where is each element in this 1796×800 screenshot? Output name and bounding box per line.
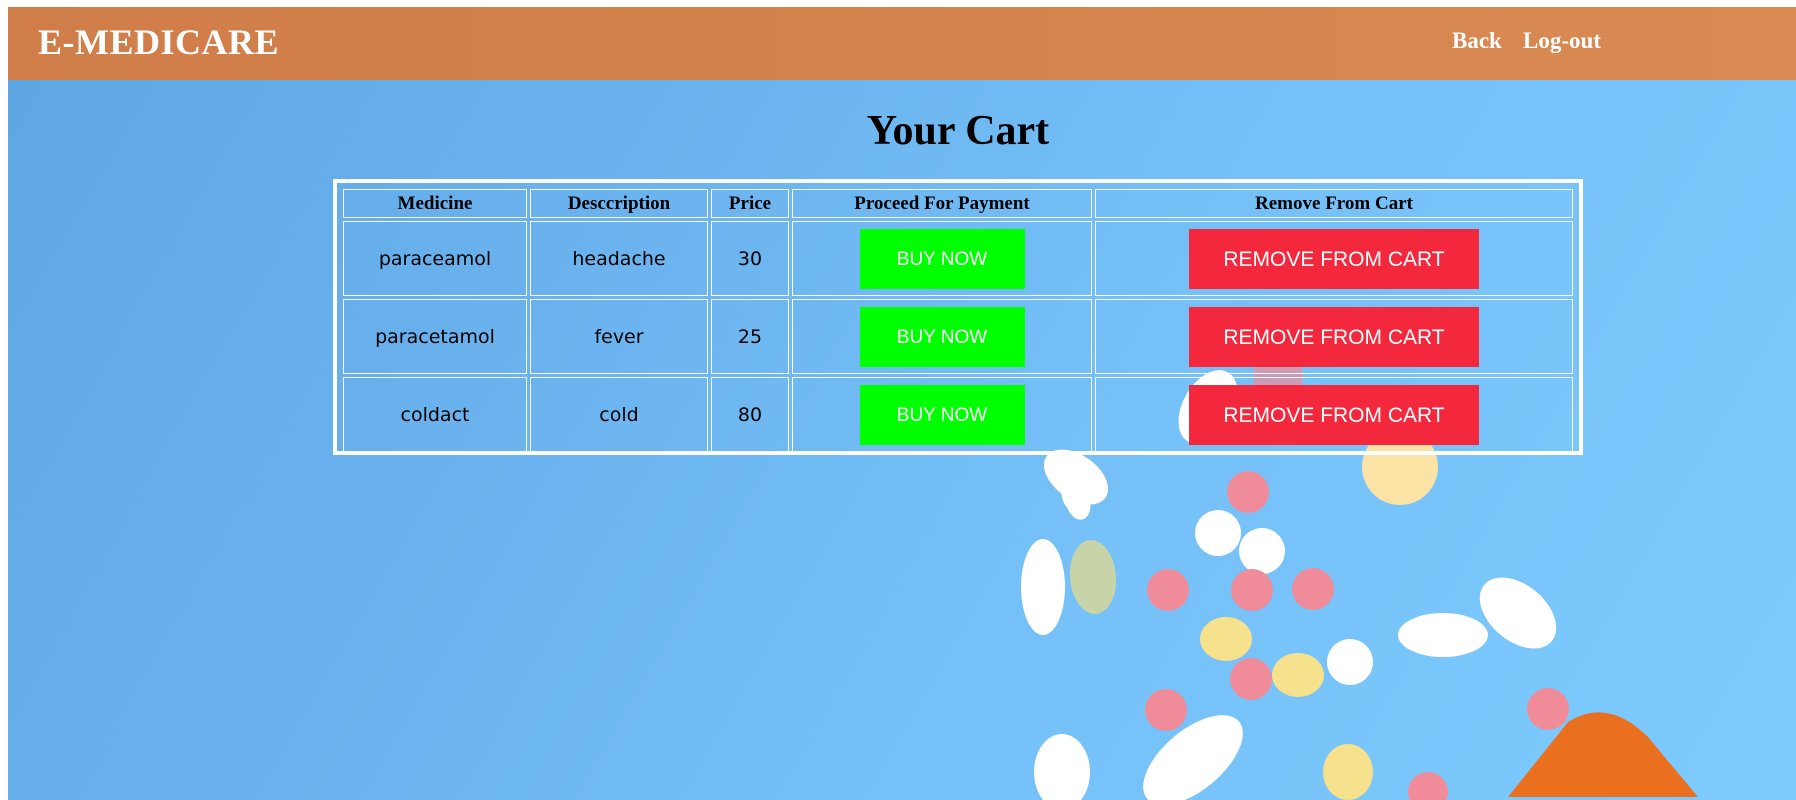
remove-from-cart-button[interactable]: REMOVE FROM CART (1189, 228, 1479, 289)
cart-table-container: Medicine Desccription Price Proceed For … (333, 179, 1583, 455)
table-row: paraceamol headache 30 BUY NOW REMOVE FR… (343, 221, 1573, 296)
header-description: Desccription (530, 189, 708, 218)
remove-from-cart-button[interactable]: REMOVE FROM CART (1189, 306, 1479, 367)
table-row: paracetamol fever 25 BUY NOW REMOVE FROM… (343, 299, 1573, 374)
cell-remove: REMOVE FROM CART (1095, 377, 1573, 452)
cell-remove: REMOVE FROM CART (1095, 299, 1573, 374)
header-medicine: Medicine (343, 189, 527, 218)
back-link[interactable]: Back (1452, 28, 1502, 54)
cell-buy: BUY NOW (792, 221, 1092, 296)
cell-description: fever (530, 299, 708, 374)
buy-now-button[interactable]: BUY NOW (859, 228, 1025, 289)
cell-description: headache (530, 221, 708, 296)
header-proceed-payment: Proceed For Payment (792, 189, 1092, 218)
brand-logo[interactable]: E-MEDICARE (38, 21, 279, 63)
buy-now-button[interactable]: BUY NOW (859, 384, 1025, 445)
logout-link[interactable]: Log-out (1523, 28, 1601, 54)
cell-description: cold (530, 377, 708, 452)
page-title: Your Cart (866, 108, 1050, 154)
cell-price: 30 (711, 221, 789, 296)
table-row: coldact cold 80 BUY NOW REMOVE FROM CART (343, 377, 1573, 452)
cell-remove: REMOVE FROM CART (1095, 221, 1573, 296)
cell-medicine: coldact (343, 377, 527, 452)
cell-price: 25 (711, 299, 789, 374)
header-price: Price (711, 189, 789, 218)
cell-price: 80 (711, 377, 789, 452)
buy-now-button[interactable]: BUY NOW (859, 306, 1025, 367)
table-header-row: Medicine Desccription Price Proceed For … (343, 189, 1573, 218)
cell-medicine: paracetamol (343, 299, 527, 374)
cell-medicine: paraceamol (343, 221, 527, 296)
remove-from-cart-button[interactable]: REMOVE FROM CART (1189, 384, 1479, 445)
cell-buy: BUY NOW (792, 377, 1092, 452)
cell-buy: BUY NOW (792, 299, 1092, 374)
header-remove-from-cart: Remove From Cart (1095, 189, 1573, 218)
navbar: E-MEDICARE Back Log-out (8, 7, 1796, 80)
page-background: E-MEDICARE Back Log-out Your Cart Medici… (8, 7, 1796, 800)
cart-table: Medicine Desccription Price Proceed For … (340, 186, 1576, 455)
